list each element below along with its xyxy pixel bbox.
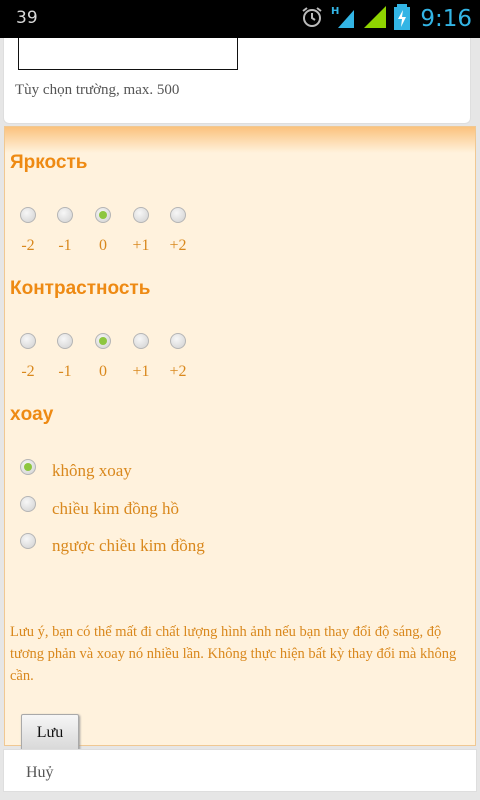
network-signal-icon: H xyxy=(330,4,356,35)
cancel-button[interactable]: Huỷ xyxy=(26,764,54,782)
svg-text:H: H xyxy=(331,6,339,17)
status-bar: 39 H 9:16 xyxy=(0,0,480,38)
battery-charging-icon xyxy=(394,3,411,35)
contrast-radio-plus2[interactable] xyxy=(170,333,186,349)
brightness-option-label: -2 xyxy=(21,237,35,254)
alarm-icon xyxy=(300,5,324,34)
brightness-title: Яркость xyxy=(10,152,88,173)
brightness-radio-0[interactable] xyxy=(95,207,111,223)
rotation-option-label[interactable]: ngược chiều kim đồng xyxy=(52,536,205,556)
brightness-option-label: +1 xyxy=(132,237,150,254)
clock: 9:16 xyxy=(420,6,472,32)
brightness-radio-minus2[interactable] xyxy=(20,207,36,223)
contrast-option-label: +2 xyxy=(169,363,187,380)
brightness-option-label: 0 xyxy=(99,237,107,254)
edit-image-page: Tùy chọn trường, max. 500 Яркость -2 -1 … xyxy=(0,38,480,800)
image-settings-panel: Яркость -2 -1 0 +1 +2 Контрастность -2 -… xyxy=(4,126,476,751)
brightness-option-label: -1 xyxy=(58,237,72,254)
brightness-option-label: +2 xyxy=(169,237,187,254)
brightness-radio-plus2[interactable] xyxy=(170,207,186,223)
contrast-option-label: +1 xyxy=(132,363,150,380)
contrast-radio-plus1[interactable] xyxy=(133,333,149,349)
contrast-radio-0[interactable] xyxy=(95,333,111,349)
rotation-radio-none[interactable] xyxy=(20,459,36,475)
panel-header-gradient xyxy=(5,127,475,153)
notification-count: 39 xyxy=(16,8,38,28)
rotation-option-label[interactable]: chiều kim đồng hồ xyxy=(52,499,179,519)
rotation-title: xoay xyxy=(10,404,54,425)
save-button[interactable]: Lưu xyxy=(21,714,79,751)
rotation-radio-clockwise[interactable] xyxy=(20,496,36,512)
contrast-radio-minus2[interactable] xyxy=(20,333,36,349)
field-hint: Tùy chọn trường, max. 500 xyxy=(15,82,180,98)
status-icons: H 9:16 xyxy=(300,3,472,35)
contrast-radio-minus1[interactable] xyxy=(57,333,73,349)
signal-strength-icon xyxy=(362,4,388,35)
contrast-option-label: -2 xyxy=(21,363,35,380)
brightness-radio-minus1[interactable] xyxy=(57,207,73,223)
contrast-title: Контрастность xyxy=(10,278,151,299)
quality-warning-note: Lưu ý, bạn có thể mất đi chất lượng hình… xyxy=(10,624,457,684)
brightness-radio-plus1[interactable] xyxy=(133,207,149,223)
text-field-card: Tùy chọn trường, max. 500 xyxy=(3,38,471,124)
text-input[interactable] xyxy=(18,38,238,70)
contrast-option-label: -1 xyxy=(58,363,72,380)
rotation-radio-counterclockwise[interactable] xyxy=(20,533,36,549)
rotation-option-label[interactable]: không xoay xyxy=(52,461,132,481)
cancel-row[interactable]: Huỷ xyxy=(3,749,477,792)
contrast-option-label: 0 xyxy=(99,363,107,380)
